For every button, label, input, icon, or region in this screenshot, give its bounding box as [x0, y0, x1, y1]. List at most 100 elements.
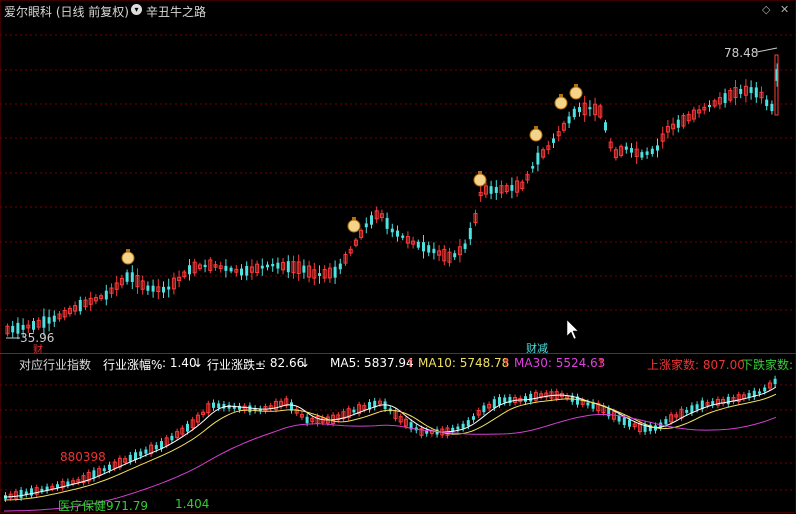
candle-body — [624, 146, 628, 150]
sub-candle-body — [128, 454, 132, 462]
candle-body — [453, 253, 457, 258]
candle-body — [774, 54, 779, 116]
sub-candle-body — [503, 397, 507, 403]
candle-body — [151, 285, 155, 292]
candle-body — [656, 145, 659, 151]
ratio-value: 1.404 — [175, 497, 210, 511]
down-count: 下跌家数: — [741, 358, 794, 372]
up-arrow-icon: ↑ — [405, 356, 416, 370]
candle-body — [224, 265, 228, 271]
sub-candle-body — [492, 399, 496, 409]
money-bag-icon — [529, 128, 543, 142]
candle-body — [370, 215, 373, 225]
candle-body — [167, 286, 171, 290]
candle-body — [318, 273, 321, 276]
candle-body — [401, 235, 405, 238]
candle-body — [749, 87, 753, 93]
candle-body — [21, 324, 25, 330]
stock-title[interactable]: 爱尔眼科 (日线 前复权) — [4, 3, 129, 20]
down-arrow-icon: ↓ — [300, 356, 311, 370]
sub-candle-body — [622, 417, 626, 426]
candle-body — [260, 265, 264, 269]
candle-body — [188, 265, 191, 275]
candle-body — [723, 93, 727, 104]
sub-candle-body — [30, 488, 33, 496]
candle-body — [416, 241, 420, 248]
sub-candle-body — [617, 415, 621, 422]
sub-candle-body — [134, 452, 137, 460]
sub-candle-body — [758, 391, 761, 394]
high-price-label: 78.48 — [724, 46, 759, 60]
candle-body — [572, 108, 576, 118]
money-bag-icon — [478, 171, 482, 174]
money-bag-icon — [554, 96, 568, 110]
candle-body — [494, 187, 498, 193]
candle-body — [333, 266, 337, 278]
candle-body — [536, 152, 540, 165]
sub-candle-body — [726, 396, 730, 405]
sub-candle-body — [305, 416, 309, 424]
candle-body — [286, 261, 290, 273]
sub-candle-body — [217, 403, 221, 409]
formula-dropdown-icon[interactable]: ▾ — [131, 4, 142, 15]
sub-candle-body — [40, 488, 44, 491]
candle-body — [604, 122, 607, 131]
panel-separator[interactable] — [0, 353, 796, 354]
sub-candle-body — [56, 484, 59, 488]
title-bar: 爱尔眼科 (日线 前复权) ▾ 辛丑牛之路 ◇ ✕ — [0, 0, 796, 20]
candle-body — [489, 186, 493, 194]
sub-candle-body — [586, 402, 590, 406]
sub-candle-body — [186, 423, 189, 432]
menu-diamond-icon[interactable]: ◇ — [762, 3, 770, 16]
candle-body — [385, 217, 389, 229]
candle-body — [510, 185, 514, 191]
candle-body — [645, 151, 649, 155]
sub-candle-body — [498, 397, 501, 405]
candle-body — [427, 245, 431, 253]
candle-body — [364, 223, 368, 228]
candle-body — [463, 243, 467, 249]
candle-body — [130, 272, 134, 282]
candle-body — [42, 316, 46, 328]
index-name-value: 医疗保健971.79 — [58, 499, 148, 513]
candle-body — [770, 103, 774, 112]
money-bag-icon — [121, 251, 135, 265]
candle-body — [422, 242, 425, 252]
money-bag-icon — [347, 219, 361, 233]
candle-body — [11, 325, 15, 333]
candle-body — [588, 107, 592, 110]
candle-body — [125, 272, 129, 282]
sub-candle-body — [352, 409, 356, 413]
candle-body — [104, 290, 108, 300]
sub-candle-body — [466, 420, 470, 427]
candle-body — [32, 321, 35, 330]
up-arrow-icon: ↑ — [596, 356, 607, 370]
candle-body — [739, 88, 743, 94]
candle-body — [630, 148, 633, 153]
money-bag-icon — [569, 86, 583, 100]
ma30-value: MA30: 5524.63 — [514, 356, 606, 370]
formula-name[interactable]: 辛丑牛之路 — [146, 3, 206, 20]
candle-body — [578, 107, 581, 113]
sub-left-value: 880398 — [60, 450, 106, 464]
sub-candle-body — [144, 449, 148, 454]
candle-body — [567, 116, 571, 124]
indicator-bar: 对应行业指数 行业涨幅% : 1.40 ↓ 行业涨跌± : 82.66 ↓ MA… — [0, 356, 796, 372]
sub-candle-body — [108, 464, 111, 471]
ma5-value: MA5: 5837.94 — [330, 356, 414, 370]
indicator-title[interactable]: 对应行业指数 — [19, 356, 91, 373]
money-bag-icon — [534, 126, 538, 129]
sub-candle-body — [664, 419, 668, 425]
candle-body — [266, 264, 269, 268]
close-icon[interactable]: ✕ — [780, 3, 789, 16]
candle-body — [240, 268, 243, 276]
sub-candle-body — [695, 404, 699, 410]
industry-chg-value: : 82.66 — [262, 356, 305, 370]
money-bag-icon — [126, 249, 130, 252]
sub-candle-body — [456, 426, 460, 430]
chart-canvas[interactable] — [0, 0, 796, 513]
candle-body — [650, 148, 654, 155]
candle-body — [531, 166, 535, 169]
candle-body — [468, 227, 472, 240]
candle-body — [78, 299, 82, 312]
